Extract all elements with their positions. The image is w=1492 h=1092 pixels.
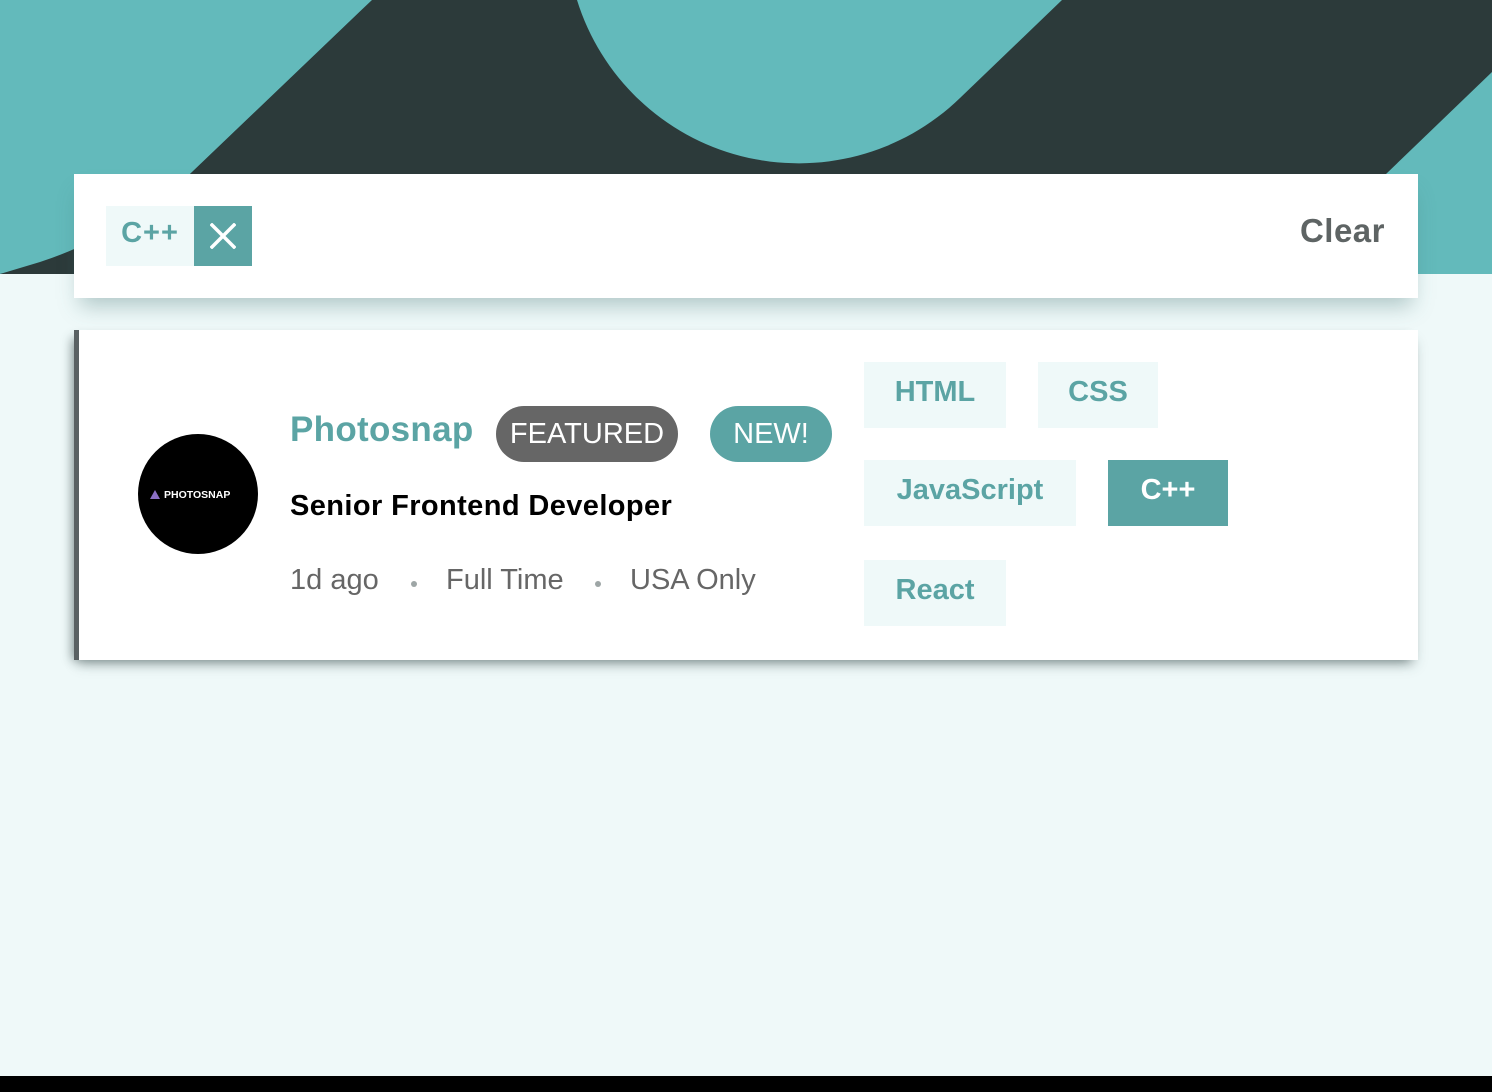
contract-type: Full Time xyxy=(446,564,564,596)
filter-chip-cpp: C++ xyxy=(106,206,252,266)
separator-dot xyxy=(411,581,417,587)
tag-react[interactable]: React xyxy=(864,560,1006,626)
clear-button[interactable]: Clear xyxy=(1300,212,1385,250)
remove-filter-button[interactable] xyxy=(194,206,252,266)
tag-css[interactable]: CSS xyxy=(1038,362,1158,428)
bottom-edge xyxy=(0,1076,1492,1092)
separator-dot xyxy=(595,581,601,587)
tag-html[interactable]: HTML xyxy=(864,362,1006,428)
posted-at: 1d ago xyxy=(290,564,379,596)
company-name[interactable]: Photosnap xyxy=(290,410,474,450)
location: USA Only xyxy=(630,564,756,596)
triangle-logo-icon xyxy=(150,490,160,499)
filter-chip-label: C++ xyxy=(106,206,194,266)
new-badge: NEW! xyxy=(710,406,832,462)
featured-badge: FEATURED xyxy=(496,406,678,462)
company-logo: PHOTOSNAP xyxy=(138,434,258,554)
position-title[interactable]: Senior Frontend Developer xyxy=(290,490,672,523)
logo-text: PHOTOSNAP xyxy=(164,489,230,501)
job-listing-card: PHOTOSNAP Photosnap FEATURED NEW! Senior… xyxy=(74,330,1418,660)
photosnap-logo: PHOTOSNAP xyxy=(150,489,230,501)
tag-javascript[interactable]: JavaScript xyxy=(864,460,1076,526)
filter-bar: C++ Clear xyxy=(74,174,1418,298)
tag-cpp[interactable]: C++ xyxy=(1108,460,1228,526)
close-icon xyxy=(210,223,236,249)
